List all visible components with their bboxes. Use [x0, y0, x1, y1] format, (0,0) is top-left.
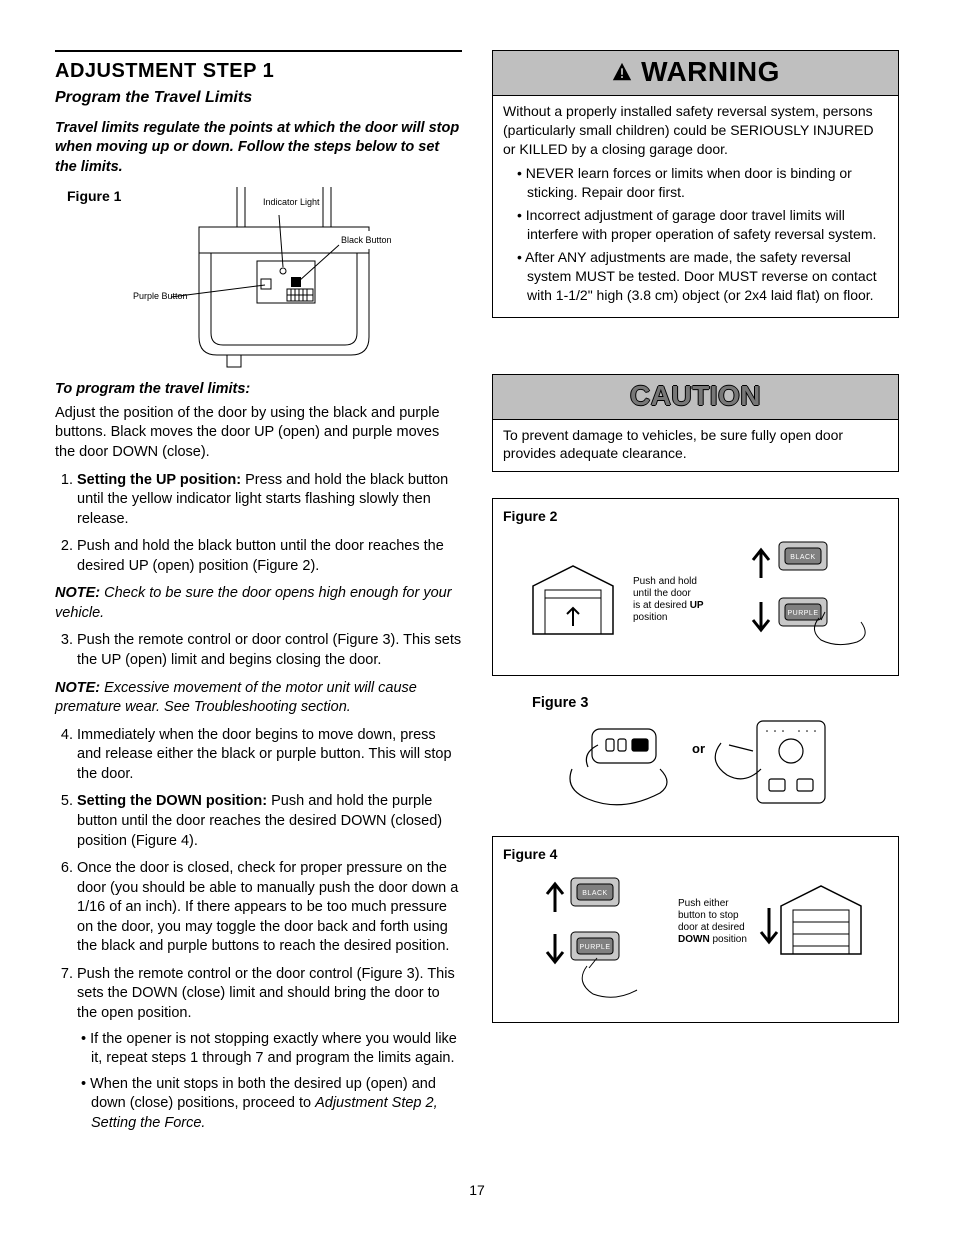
note-1: NOTE: Check to be sure the door opens hi…: [55, 584, 462, 623]
figure-3-diagram: or: [552, 719, 882, 819]
warning-item: Incorrect adjustment of garage door trav…: [517, 206, 888, 244]
caution-box: CAUTION To prevent damage to vehicles, b…: [492, 374, 899, 473]
figure-1-diagram: Indicator Light Black Button Purple Butt…: [127, 187, 402, 372]
figure-4-label: Figure 4: [503, 845, 888, 864]
figure-2-label: Figure 2: [503, 507, 888, 526]
step-5: Setting the DOWN position: Push and hold…: [77, 792, 462, 851]
figure-2-diagram: Push and hold until the door is at desir…: [503, 526, 883, 656]
steps-list-cont1: Push the remote control or door control …: [55, 631, 462, 670]
step-2: Push and hold the black button until the…: [77, 537, 462, 576]
program-head: To program the travel limits:: [55, 380, 462, 400]
warning-title: WARNING: [641, 53, 780, 91]
warning-header: WARNING: [493, 51, 898, 96]
page-number: 17: [55, 1181, 899, 1200]
rule: [55, 50, 462, 52]
step-4: Immediately when the door begins to move…: [77, 726, 462, 785]
step-1: Setting the UP position: Press and hold …: [77, 471, 462, 530]
caution-body: To prevent damage to vehicles, be sure f…: [493, 420, 898, 472]
figure-1: Figure 1: [67, 187, 462, 372]
step-7b: When the unit stops in both the desired …: [77, 1075, 462, 1134]
figure-3-label: Figure 3: [532, 694, 899, 714]
fig4-text: Push either: [678, 898, 729, 909]
figure-3: Figure 3 or: [492, 694, 899, 826]
steps-list-cont2: Immediately when the door begins to move…: [55, 726, 462, 1134]
intro-text: Travel limits regulate the points at whi…: [55, 119, 462, 178]
step-7a: If the opener is not stopping exactly wh…: [77, 1030, 462, 1069]
warning-icon: [611, 61, 633, 83]
figure-2: Figure 2 Push and hold until the door is…: [492, 498, 899, 675]
fig3-or-text: or: [692, 741, 705, 756]
step-7: Push the remote control or the door cont…: [77, 965, 462, 1134]
fig4-text: button to stop: [678, 910, 739, 921]
left-column: ADJUSTMENT STEP 1 Program the Travel Lim…: [55, 50, 462, 1141]
purple-chip-label: PURPLE: [787, 610, 818, 617]
right-column: WARNING Without a properly installed saf…: [492, 50, 899, 1141]
warning-item: NEVER learn forces or limits when door i…: [517, 164, 888, 202]
caution-header: CAUTION: [493, 375, 898, 420]
step-3: Push the remote control or door control …: [77, 631, 462, 670]
steps-list: Setting the UP position: Press and hold …: [55, 471, 462, 577]
heading-adjustment-step: ADJUSTMENT STEP 1: [55, 58, 462, 85]
fig4-text: door at desired: [678, 922, 745, 933]
warning-item: After ANY adjustments are made, the safe…: [517, 248, 888, 305]
warning-body: Without a properly installed safety reve…: [493, 96, 898, 317]
fig2-text: until the door: [633, 588, 691, 599]
fig4-text: DOWN position: [678, 934, 747, 945]
fig2-text: position: [633, 612, 667, 623]
warning-box: WARNING Without a properly installed saf…: [492, 50, 899, 318]
subheading-program-travel: Program the Travel Limits: [55, 87, 462, 109]
callout-indicator-light: Indicator Light: [263, 197, 320, 207]
figure-4: Figure 4 BLACK PURPLE: [492, 836, 899, 1023]
program-intro: Adjust the position of the door by using…: [55, 404, 462, 463]
purple-chip-label: PURPLE: [579, 944, 610, 951]
callout-black-button: Black Button: [341, 235, 392, 245]
fig2-text: is at desired UP: [633, 600, 704, 611]
fig2-text: Push and hold: [633, 576, 697, 587]
figure-4-diagram: BLACK PURPLE Push either button to stop …: [503, 864, 883, 1004]
black-chip-label: BLACK: [582, 890, 607, 897]
caution-title: CAUTION: [630, 377, 761, 415]
warning-lead: Without a properly installed safety reve…: [503, 103, 874, 157]
note-2: NOTE: Excessive movement of the motor un…: [55, 679, 462, 718]
step-6: Once the door is closed, check for prope…: [77, 859, 462, 957]
black-chip-label: BLACK: [790, 554, 815, 561]
figure-1-label: Figure 1: [67, 187, 121, 206]
